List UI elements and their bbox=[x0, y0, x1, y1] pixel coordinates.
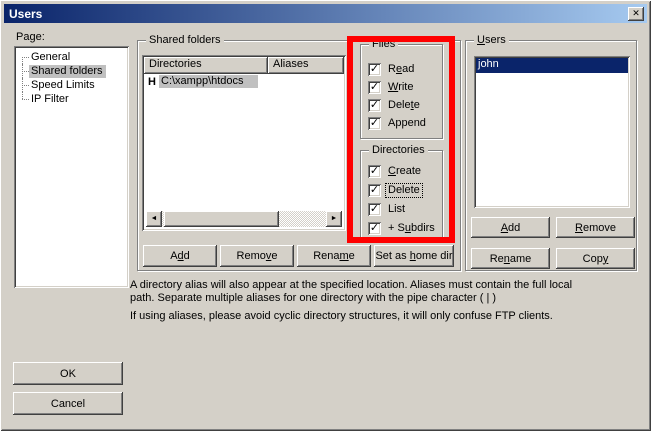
scrollbar-thumb[interactable] bbox=[164, 211, 279, 227]
tree-branch-icon bbox=[18, 78, 29, 92]
checkbox-files-write[interactable]: ✓ Write bbox=[368, 80, 415, 95]
files-permissions-group: Files ✓ Read ✓ Write ✓ Delete ✓ Append bbox=[360, 44, 443, 139]
note-line: path. Separate multiple aliases for one … bbox=[130, 292, 496, 304]
scroll-right-button[interactable]: ► bbox=[326, 211, 342, 227]
check-icon: ✓ bbox=[370, 64, 379, 74]
check-icon: ✓ bbox=[370, 223, 379, 233]
scrollbar-track[interactable] bbox=[162, 211, 326, 227]
checkbox-box[interactable]: ✓ bbox=[368, 63, 381, 76]
checkbox-box[interactable]: ✓ bbox=[368, 117, 381, 130]
user-add-button[interactable]: Add bbox=[471, 217, 550, 238]
user-remove-button[interactable]: Remove bbox=[556, 217, 635, 238]
cancel-button[interactable]: Cancel bbox=[13, 392, 123, 415]
close-button[interactable]: ✕ bbox=[628, 7, 644, 21]
tree-item-shared-folders[interactable]: Shared folders bbox=[18, 64, 126, 78]
checkbox-files-delete[interactable]: ✓ Delete bbox=[368, 98, 422, 113]
tree-item-general[interactable]: General bbox=[18, 50, 126, 64]
checkbox-box[interactable]: ✓ bbox=[368, 165, 381, 178]
arrow-right-icon: ► bbox=[331, 215, 338, 222]
column-header-aliases[interactable]: Aliases bbox=[268, 57, 344, 74]
home-flag: H bbox=[148, 76, 159, 88]
checkbox-dirs-delete[interactable]: ✓ Delete bbox=[368, 183, 422, 198]
directories-listview: Directories Aliases H C:\xampp\htdocs ◄ … bbox=[142, 55, 346, 231]
check-icon: ✓ bbox=[370, 118, 379, 128]
checkbox-box[interactable]: ✓ bbox=[368, 222, 381, 235]
directories-group-label: Directories bbox=[369, 144, 428, 156]
scroll-left-button[interactable]: ◄ bbox=[146, 211, 162, 227]
directories-permissions-group: Directories ✓ Create ✓ Delete ✓ List ✓ +… bbox=[360, 150, 443, 241]
tree-item-ip-filter[interactable]: IP Filter bbox=[18, 92, 126, 106]
checkbox-box[interactable]: ✓ bbox=[368, 203, 381, 216]
folder-rename-button[interactable]: Rename bbox=[297, 245, 371, 267]
folder-remove-button[interactable]: Remove bbox=[220, 245, 294, 267]
arrow-left-icon: ◄ bbox=[151, 215, 158, 222]
checkbox-dirs-list[interactable]: ✓ List bbox=[368, 202, 407, 217]
users-listbox: john bbox=[474, 56, 630, 208]
users-dialog: Users ✕ Page: General Shared folders Spe… bbox=[0, 0, 651, 431]
user-item-john[interactable]: john bbox=[476, 58, 628, 73]
folder-add-button[interactable]: Add bbox=[143, 245, 217, 267]
focused-label: Delete bbox=[386, 184, 422, 197]
window-title: Users bbox=[9, 7, 628, 21]
check-icon: ✓ bbox=[370, 204, 379, 214]
users-group-label: Users bbox=[474, 34, 509, 46]
tree-item-speed-limits[interactable]: Speed Limits bbox=[18, 78, 126, 92]
tree-item-label: Shared folders bbox=[29, 65, 106, 78]
close-icon: ✕ bbox=[632, 9, 640, 19]
checkbox-files-read[interactable]: ✓ Read bbox=[368, 62, 416, 77]
check-icon: ✓ bbox=[370, 82, 379, 92]
checkbox-dirs-create[interactable]: ✓ Create bbox=[368, 164, 423, 179]
checkbox-files-append[interactable]: ✓ Append bbox=[368, 116, 428, 131]
shared-folders-group-label: Shared folders bbox=[146, 34, 224, 46]
user-rename-button[interactable]: Rename bbox=[471, 248, 550, 269]
checkbox-box[interactable]: ✓ bbox=[368, 99, 381, 112]
listview-header: Directories Aliases bbox=[144, 57, 344, 74]
check-icon: ✓ bbox=[370, 185, 379, 195]
users-group: Users john Add Remove Rename Copy bbox=[465, 40, 637, 271]
tree-item-label: IP Filter bbox=[29, 93, 72, 106]
checkbox-box[interactable]: ✓ bbox=[368, 81, 381, 94]
set-as-home-dir-button[interactable]: Set as home dir bbox=[374, 245, 454, 267]
tree-item-label: General bbox=[29, 51, 73, 64]
checkbox-box[interactable]: ✓ bbox=[368, 184, 381, 197]
files-group-label: Files bbox=[369, 38, 398, 50]
tree-branch-icon bbox=[18, 64, 29, 78]
ok-button[interactable]: OK bbox=[13, 362, 123, 385]
page-label: Page: bbox=[16, 31, 45, 43]
tree-branch-icon bbox=[18, 50, 29, 64]
directory-path: C:\xampp\htdocs bbox=[159, 75, 258, 88]
check-icon: ✓ bbox=[370, 166, 379, 176]
directory-row[interactable]: H C:\xampp\htdocs bbox=[144, 74, 344, 89]
check-icon: ✓ bbox=[370, 100, 379, 110]
tree-item-label: Speed Limits bbox=[29, 79, 98, 92]
horizontal-scrollbar[interactable]: ◄ ► bbox=[146, 211, 342, 227]
tree-branch-icon bbox=[18, 92, 29, 106]
page-tree: General Shared folders Speed Limits IP F… bbox=[14, 46, 129, 288]
note-line: A directory alias will also appear at th… bbox=[130, 279, 572, 291]
column-header-directories[interactable]: Directories bbox=[144, 57, 268, 74]
checkbox-dirs-subdirs[interactable]: ✓ + Subdirs bbox=[368, 221, 437, 236]
note-line: If using aliases, please avoid cyclic di… bbox=[130, 310, 553, 322]
titlebar: Users ✕ bbox=[4, 4, 647, 23]
user-copy-button[interactable]: Copy bbox=[556, 248, 635, 269]
